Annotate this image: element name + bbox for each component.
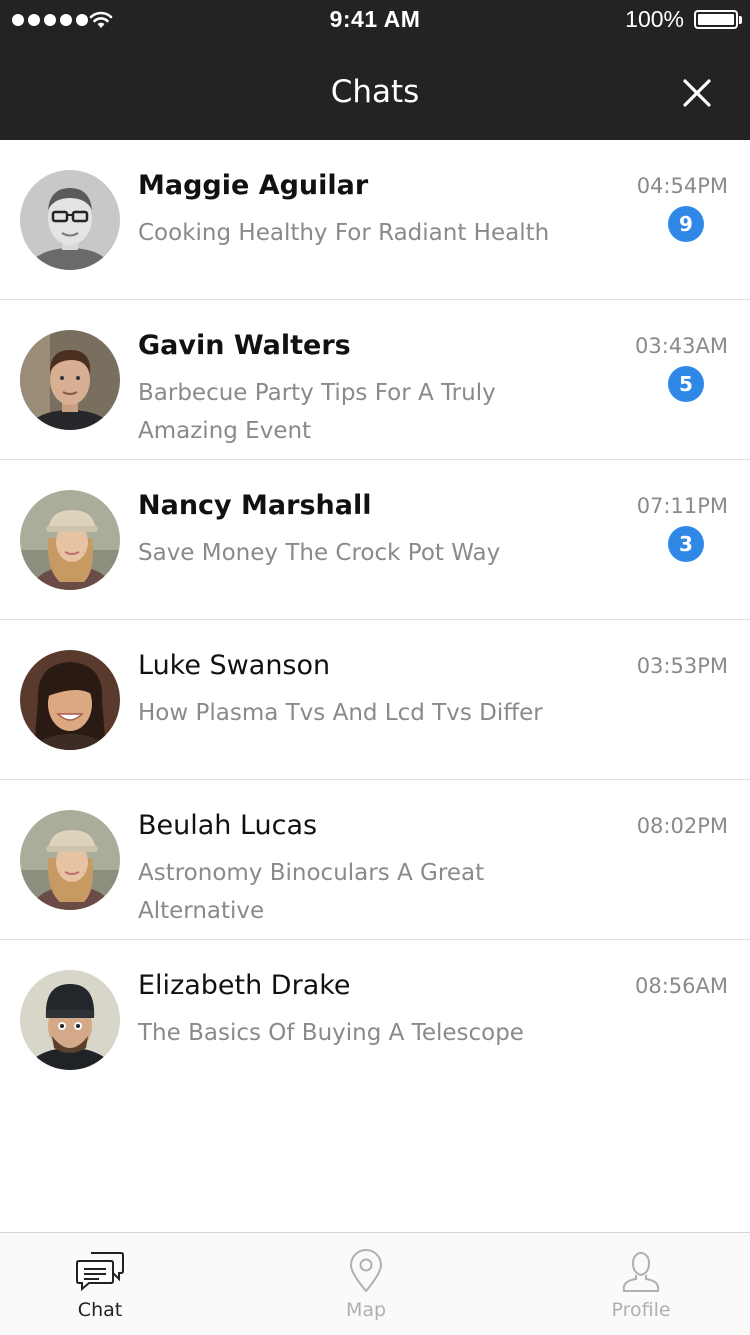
tab-profile[interactable]: Profile [541, 1233, 741, 1335]
tab-label: Profile [611, 1299, 671, 1321]
chat-item-gavin-walters[interactable]: Gavin Walters Barbecue Party Tips For A … [0, 300, 750, 460]
chat-timestamp: 04:54PM [636, 174, 728, 198]
chat-list: Maggie Aguilar Cooking Healthy For Radia… [0, 140, 750, 1099]
avatar [20, 810, 120, 910]
unread-count-badge: 9 [668, 206, 704, 242]
chat-message-preview: Save Money The Crock Pot Way [138, 540, 501, 566]
avatar [20, 650, 120, 750]
chat-contact-name: Luke Swanson [138, 650, 331, 681]
chat-item-beulah-lucas[interactable]: Beulah Lucas Astronomy Binoculars A Grea… [0, 780, 750, 940]
chat-item-nancy-marshall[interactable]: Nancy Marshall Save Money The Crock Pot … [0, 460, 750, 620]
chat-timestamp: 03:53PM [636, 654, 728, 678]
chat-contact-name: Beulah Lucas [138, 810, 318, 841]
unread-count-badge: 3 [668, 526, 704, 562]
chat-message-preview: How Plasma Tvs And Lcd Tvs Differ [138, 700, 543, 726]
person-icon [622, 1252, 660, 1292]
chat-timestamp: 08:56AM [634, 974, 728, 998]
navigation-header: 9:41 AM 100% Chats [0, 0, 750, 140]
chat-item-maggie-aguilar[interactable]: Maggie Aguilar Cooking Healthy For Radia… [0, 140, 750, 300]
tab-map[interactable]: Map [266, 1233, 466, 1335]
avatar [20, 330, 120, 430]
battery-percentage: 100% [625, 6, 684, 32]
page-title: Chats [330, 74, 420, 110]
unread-count-badge: 5 [668, 366, 704, 402]
chat-bubbles-icon [76, 1252, 124, 1292]
battery-icon [694, 10, 738, 29]
chat-timestamp: 07:11PM [636, 494, 728, 518]
chat-timestamp: 03:43AM [634, 334, 728, 358]
tab-bar: Chat Map Profile [0, 1232, 750, 1335]
chat-message-preview: The Basics Of Buying A Telescope [138, 1020, 524, 1046]
tab-label: Map [345, 1299, 387, 1321]
tab-chat[interactable]: Chat [0, 1233, 200, 1335]
chat-contact-name: Elizabeth Drake [138, 970, 351, 1001]
close-icon[interactable] [682, 78, 712, 108]
status-bar: 9:41 AM 100% [0, 0, 750, 40]
chat-contact-name: Maggie Aguilar [138, 170, 369, 201]
tab-label: Chat [77, 1299, 123, 1321]
chat-message-preview: Astronomy Binoculars A Great Alternative [138, 860, 485, 924]
chat-message-preview: Barbecue Party Tips For A Truly Amazing … [138, 380, 496, 444]
chat-contact-name: Gavin Walters [138, 330, 351, 361]
chat-timestamp: 08:02PM [636, 814, 728, 838]
chat-item-elizabeth-drake[interactable]: Elizabeth Drake The Basics Of Buying A T… [0, 940, 750, 1099]
avatar [20, 170, 120, 270]
chat-message-preview: Cooking Healthy For Radiant Health [138, 220, 550, 246]
avatar [20, 490, 120, 590]
chat-contact-name: Nancy Marshall [138, 490, 372, 521]
avatar [20, 970, 120, 1070]
chat-item-luke-swanson[interactable]: Luke Swanson How Plasma Tvs And Lcd Tvs … [0, 620, 750, 780]
map-pin-icon [349, 1249, 383, 1293]
